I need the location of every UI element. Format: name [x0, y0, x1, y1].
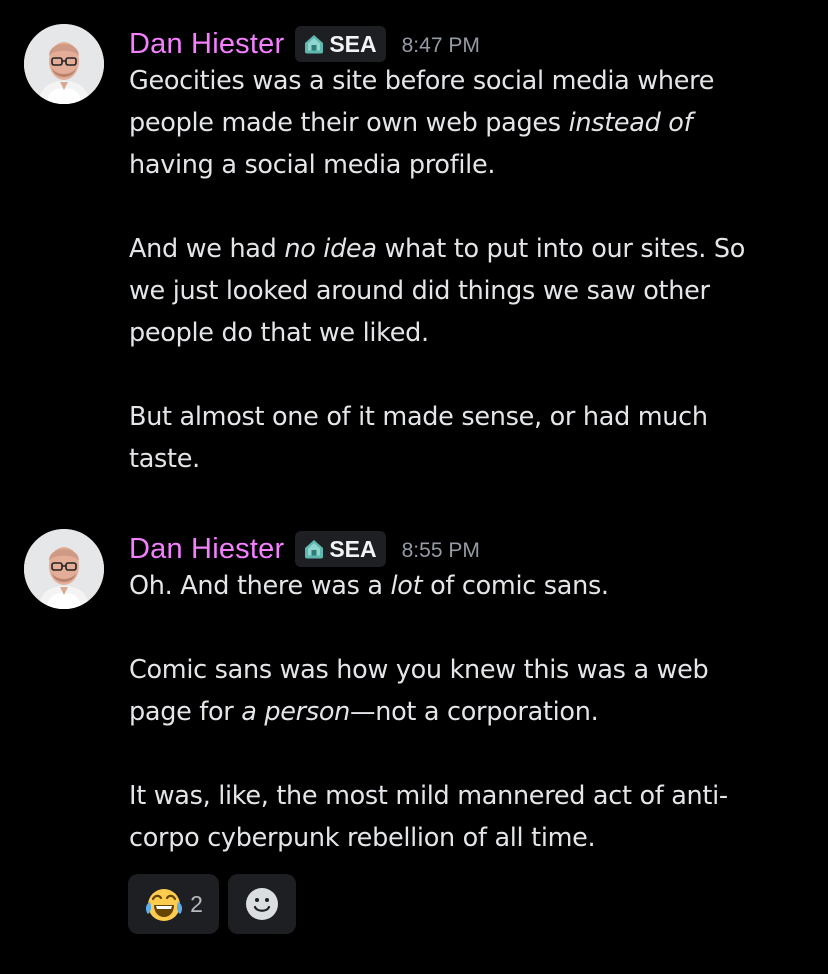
username[interactable]: Dan Hiester: [129, 28, 284, 61]
server-tag-label: SEA: [329, 30, 377, 57]
message-line: Comic sans was how you knew this was a w…: [129, 655, 709, 685]
message-line: having a social media profile.: [129, 150, 496, 180]
message-line: But almost one of it made sense, or had …: [129, 402, 708, 432]
message-line: It was, like, the most mild mannered act…: [129, 781, 728, 811]
joy-emoji-icon: [146, 889, 183, 921]
server-tag-label: SEA: [329, 535, 377, 562]
emphasis-text: a person: [241, 697, 351, 727]
message-header: Dan Hiester SEA 8:55 PM: [129, 529, 480, 569]
message-line: corpo cyberpunk rebellion of all time.: [129, 823, 596, 853]
message-line: people made their own web pages instead …: [129, 108, 693, 138]
message-body: Oh. And there was a lot of comic sans. C…: [129, 565, 809, 859]
server-tag[interactable]: SEA: [295, 26, 386, 62]
avatar-photo-icon: [24, 24, 104, 104]
message-line: Oh. And there was a lot of comic sans.: [129, 571, 609, 601]
timestamp: 8:55 PM: [401, 539, 480, 562]
message-line: people do that we liked.: [129, 318, 429, 348]
reactions-bar: 2: [128, 874, 296, 934]
emphasis-text: no idea: [284, 234, 377, 264]
avatar[interactable]: [24, 529, 104, 609]
house-icon: [305, 540, 324, 559]
reaction-count: 2: [190, 890, 203, 917]
username[interactable]: Dan Hiester: [129, 533, 284, 566]
message-line: Geocities was a site before social media…: [129, 66, 715, 96]
add-reaction-button[interactable]: [228, 874, 296, 934]
emphasis-text: instead of: [568, 108, 693, 138]
message-header: Dan Hiester SEA 8:47 PM: [129, 24, 480, 64]
add-reaction-icon: [246, 888, 278, 920]
emphasis-text: lot: [390, 571, 423, 601]
message-line: And we had no idea what to put into our …: [129, 234, 746, 264]
server-tag[interactable]: SEA: [295, 531, 386, 567]
message-body: Geocities was a site before social media…: [129, 60, 809, 480]
avatar[interactable]: [24, 24, 104, 104]
message-line: taste.: [129, 444, 200, 474]
message-line: page for a person—not a corporation.: [129, 697, 599, 727]
reaction-joy[interactable]: 2: [128, 874, 219, 934]
message-line: we just looked around did things we saw …: [129, 276, 710, 306]
timestamp: 8:47 PM: [401, 34, 480, 57]
avatar-photo-icon: [24, 529, 104, 609]
house-icon: [305, 35, 324, 54]
